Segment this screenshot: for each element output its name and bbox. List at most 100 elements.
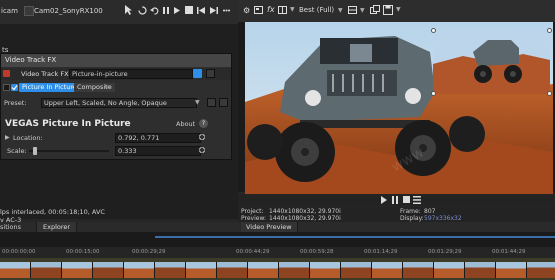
tab-explorer[interactable]: Explorer [36,222,78,232]
copy-snapshot-icon[interactable] [370,5,380,15]
display-value: 597x336x32 [424,215,462,222]
chain-options-button[interactable] [206,69,215,78]
frame-label: Frame: [400,208,421,215]
timeline-ruler[interactable]: 00:00:00;00 00:00:15;00 00:00:29;29 00:0… [0,247,555,258]
overlays-icon[interactable] [348,5,357,15]
keyframe-icon[interactable] [198,133,206,141]
clip-thumbnail[interactable] [217,262,248,278]
about-button[interactable]: About [176,120,195,128]
clip-thumbnail[interactable] [248,262,279,278]
preset-select[interactable]: Upper Left, Scaled, No Angle, Opaque [41,98,197,108]
clip-thumbnail[interactable] [465,262,496,278]
delete-preset-icon[interactable] [219,98,228,107]
ruler-tick: 00:01:29;29 [428,249,462,255]
save-snapshot-icon[interactable] [383,5,393,15]
chevron-down-icon[interactable]: ▼ [360,7,365,14]
clip-thumbnail[interactable] [155,262,186,278]
display-label: Display: [400,215,424,222]
clip-thumbnail[interactable] [527,262,555,278]
keyframe-icon[interactable] [198,146,206,154]
fx-chain-label: Video Track FX: [21,70,71,78]
go-end-icon[interactable] [209,6,218,15]
pip-handle-top-left[interactable] [431,28,436,33]
more-icon[interactable] [222,6,231,15]
stop-icon[interactable] [403,196,410,203]
plugin-title: VEGAS Picture In Picture [5,119,131,129]
clip-thumbnail[interactable] [434,262,465,278]
go-start-icon[interactable] [197,6,206,15]
arrow-tool-icon[interactable] [124,4,133,16]
ruler-tick: 00:01:44;29 [492,249,526,255]
ruler-tick: 00:00:15;00 [66,249,100,255]
preview-label: Preview: [241,215,267,222]
fx-title-bar[interactable]: Video Track FX [1,54,231,67]
gear-icon[interactable]: ⚙ [243,6,250,15]
preview-window-icon[interactable] [254,5,263,15]
ruler-tick: 00:01:14;29 [364,249,398,255]
preview-transport [238,194,555,206]
left-tab-bar: sitions Explorer [0,222,238,232]
ruler-tick: 00:00:44;29 [236,249,270,255]
fx-icon[interactable]: fx [267,5,275,14]
menu-icon[interactable] [413,196,421,204]
scale-slider-track[interactable] [29,150,109,152]
split-screen-icon[interactable] [278,5,287,15]
clip-thumbnail[interactable] [62,262,93,278]
pip-handle-bottom-left[interactable] [431,91,436,96]
undo-icon[interactable] [150,6,159,15]
fx-chain-bar: Video Track FX: Picture-in-picture [1,68,231,80]
location-field[interactable]: 0.792, 0.771 [115,133,201,143]
clip-thumbnail[interactable] [0,262,31,278]
loop-region[interactable] [155,236,555,238]
ruler-tick: 00:00:00;00 [2,249,36,255]
clip-thumbnail[interactable] [186,262,217,278]
clip-thumbnail[interactable] [372,262,403,278]
clip-thumbnail[interactable] [403,262,434,278]
media-tab-label[interactable]: icam [1,7,18,15]
pip-handle-top-right[interactable] [547,28,552,33]
help-button[interactable]: ? [199,119,208,128]
clip-thumbnail[interactable] [93,262,124,278]
chevron-down-icon[interactable]: ▼ [338,7,343,14]
preview-toolbar: ⚙ fx ▼ Best (Full) ▼ ▼ ▼ [238,0,555,23]
collapse-arrow-icon[interactable]: ▶ [5,134,10,141]
clip-thumbnail[interactable] [341,262,372,278]
scale-label: Scale: [7,147,27,155]
project-value: 1440x1080x32, 29.970i [269,208,341,215]
chevron-down-icon[interactable]: ▼ [195,99,200,106]
fx-plugin-chain: Picture In Picture → Composite ⇨ [1,82,231,94]
play-icon[interactable] [173,6,181,15]
file-icon [24,6,34,16]
chain-toggle-button[interactable] [193,69,202,78]
tab-positions[interactable]: sitions [0,223,21,231]
pause-icon[interactable] [162,6,170,15]
save-preset-icon[interactable] [207,98,216,107]
fx-chain-value[interactable]: Picture-in-picture [69,69,193,79]
pause-icon[interactable] [391,196,399,204]
preset-row: Preset: Upper Left, Scaled, No Angle, Op… [1,97,231,109]
pip-handle-bottom-right[interactable] [547,91,552,96]
location-label: Location: [13,134,43,142]
tab-video-preview[interactable]: Video Preview [241,222,298,232]
project-label: Project: [241,208,264,215]
chevron-down-icon[interactable]: ▼ [290,6,295,13]
chain-arrow-icon: ⇨ [105,83,111,91]
clip-thumbnail[interactable] [279,262,310,278]
pip-inset-frame[interactable] [433,30,550,94]
frame-value: 807 [424,208,436,215]
scale-field[interactable]: 0.333 [115,146,201,156]
quality-select[interactable]: Best (Full) [299,6,334,14]
chevron-down-icon[interactable]: ▼ [396,6,401,13]
media-file-tab[interactable]: Cam02_SonyRX100 [34,7,103,15]
chain-arrow-icon: → [68,83,74,91]
clip-thumbnail[interactable] [31,262,62,278]
media-info-line1: lps interlaced, 00:05:18;10, AVC [0,208,105,216]
scale-slider-thumb[interactable] [32,147,37,155]
clip-thumbnail[interactable] [124,262,155,278]
clip-thumbnail[interactable] [310,262,341,278]
loop-icon[interactable] [138,6,147,15]
bypass-checkbox[interactable] [11,84,18,91]
play-icon[interactable] [380,196,388,204]
clip-thumbnail[interactable] [496,262,527,278]
stop-icon[interactable] [185,6,193,14]
